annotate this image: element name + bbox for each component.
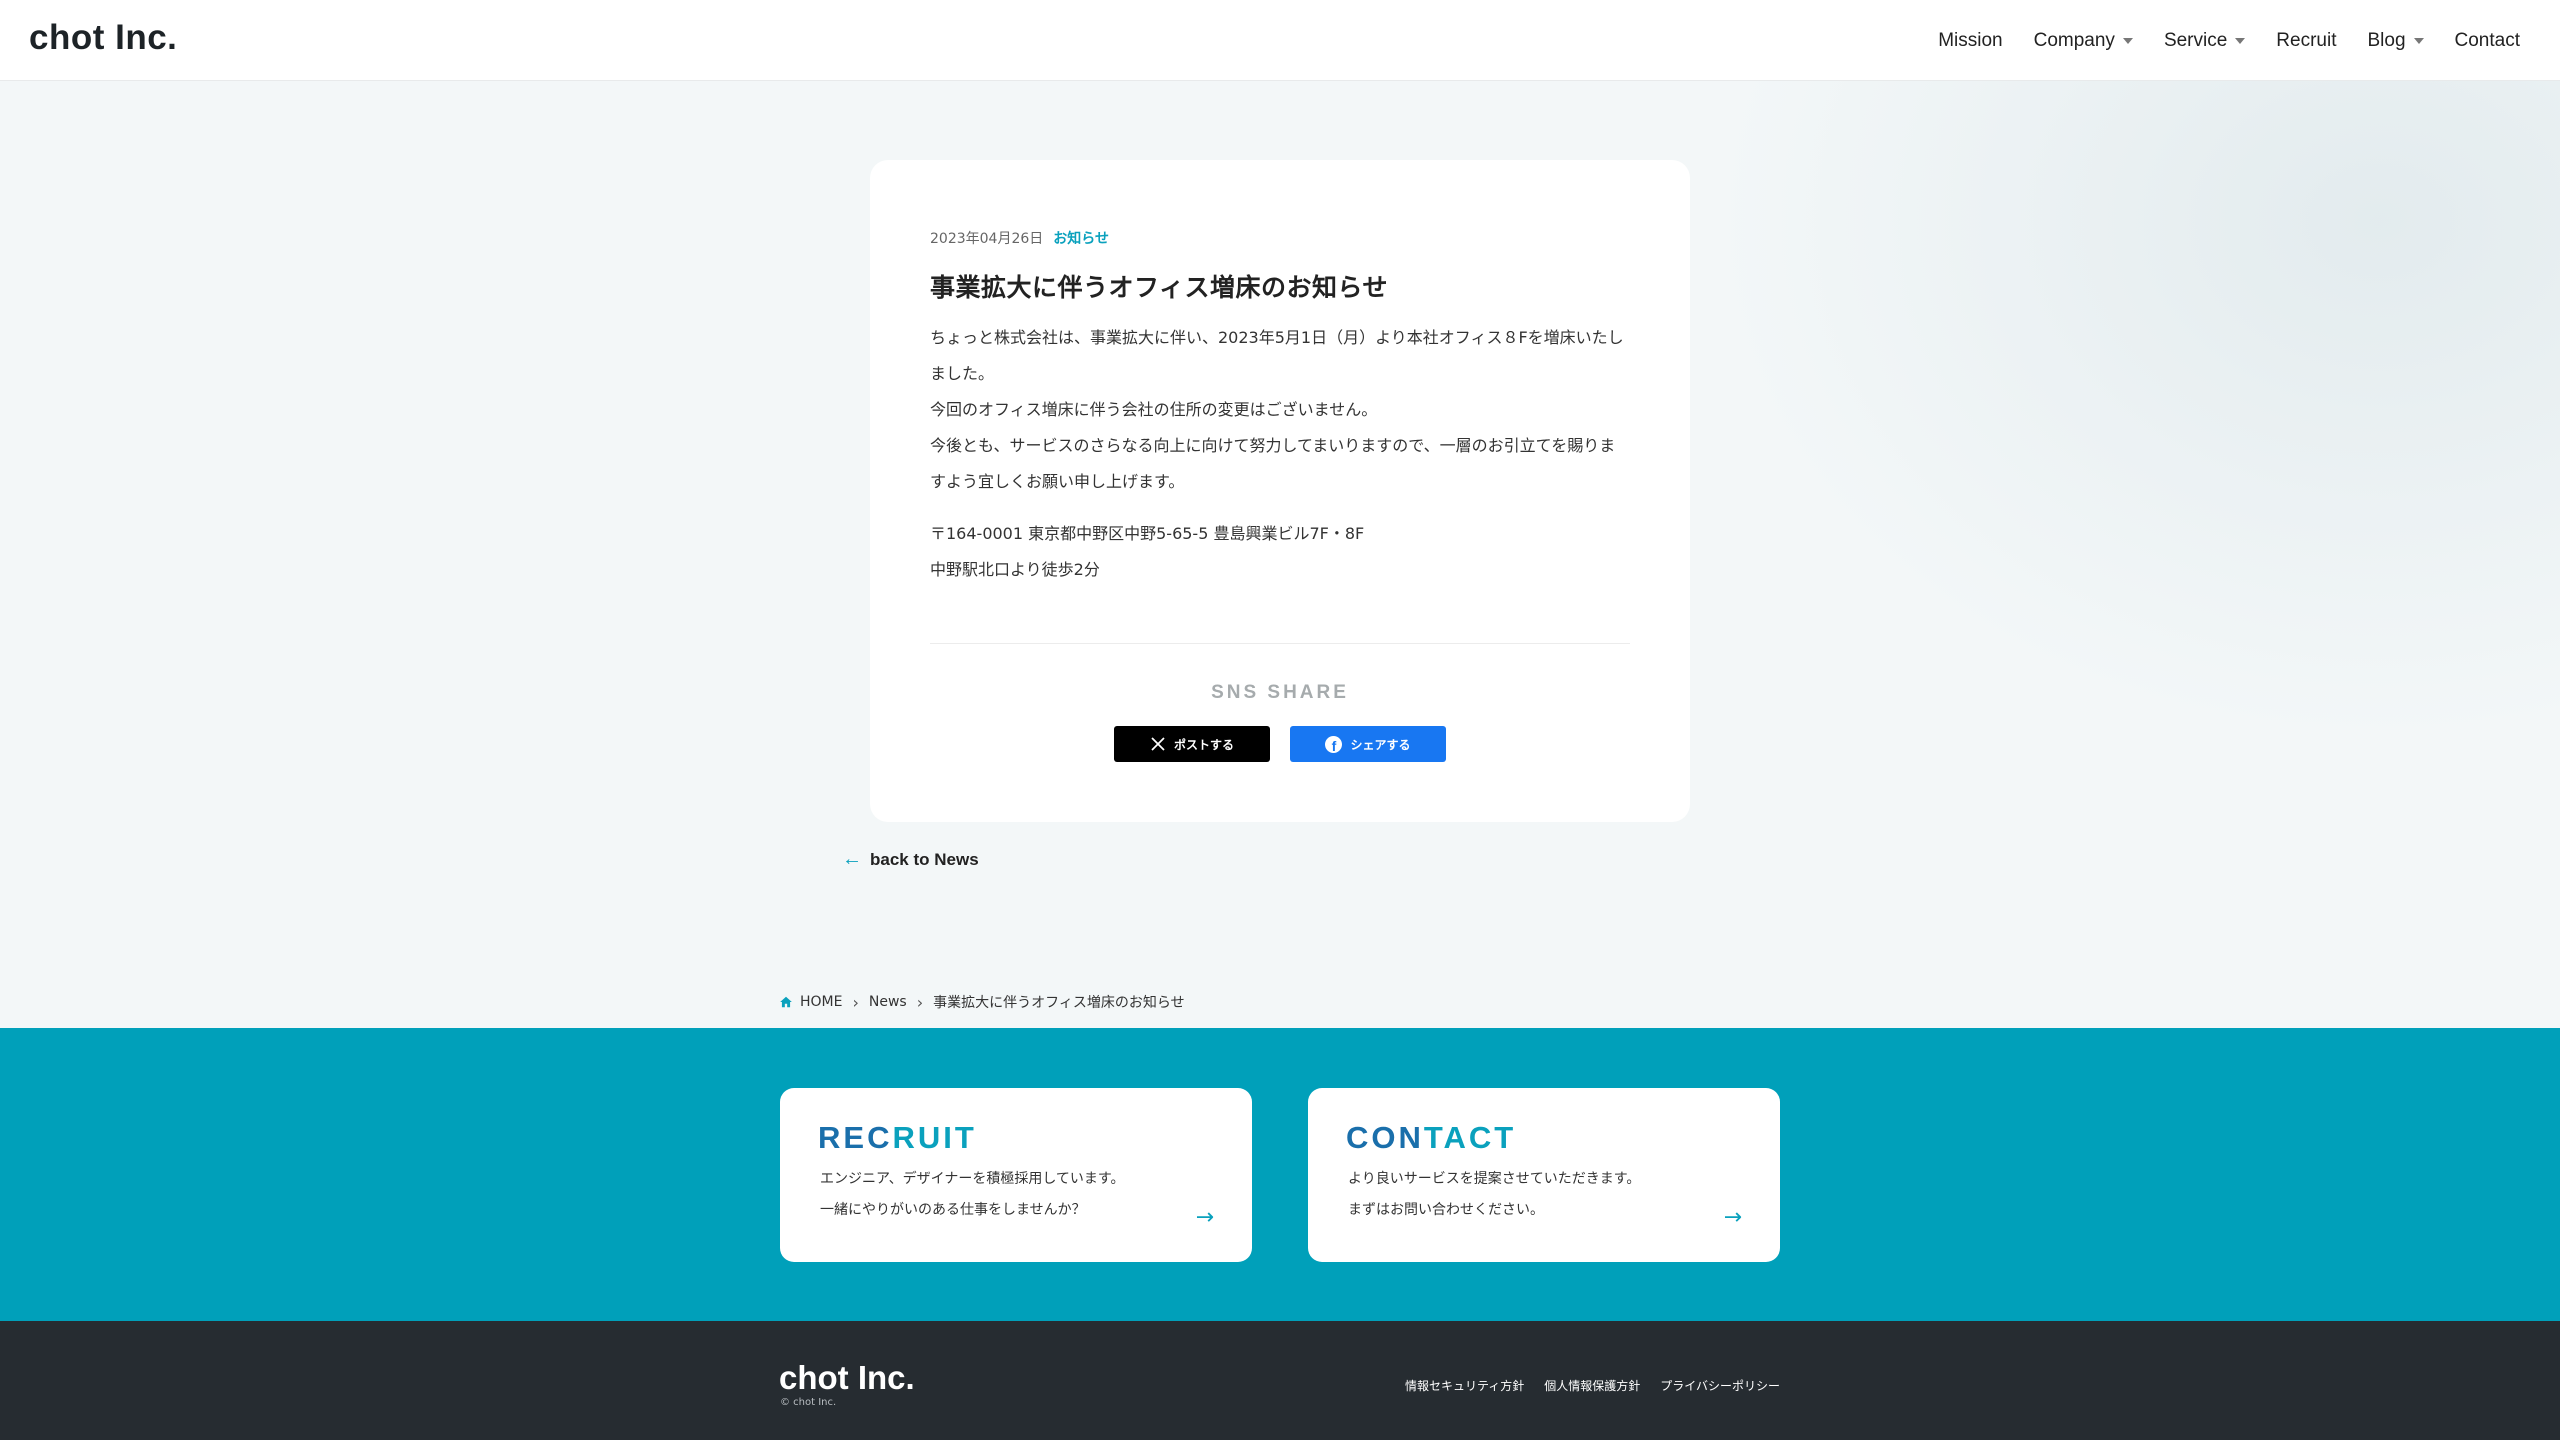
recruit-title-part: REC — [818, 1120, 893, 1155]
article-paragraph: 今後とも、サービスのさらなる向上に向けて努力してまいりますので、一層のお引立てを… — [930, 436, 1616, 491]
nav-item-label: Blog — [2367, 29, 2406, 51]
site-logo[interactable]: chot Inc. — [29, 18, 177, 58]
arrow-right-icon: → — [1195, 1205, 1214, 1230]
article-paragraph: ちょっと株式会社は、事業拡大に伴い、2023年5月1日（月）より本社オフィス８F… — [930, 328, 1624, 383]
contact-title-part: CON — [1346, 1120, 1424, 1155]
nav-item-mission[interactable]: Mission — [1938, 30, 2002, 52]
cta-band: RECRUIT エンジニア、デザイナーを積極採用しています。 一緒にやりがいのあ… — [0, 1028, 2560, 1321]
footer-logo[interactable]: chot Inc. — [779, 1359, 915, 1397]
breadcrumb-news[interactable]: News — [869, 994, 907, 1010]
article-card: 2023年04月26日 お知らせ 事業拡大に伴うオフィス増床のお知らせ ちょっと… — [870, 160, 1690, 822]
footer-copyright: © chot Inc. — [780, 1397, 837, 1408]
recruit-title-part: RUIT — [892, 1120, 977, 1155]
article-paragraph: 今回のオフィス増床に伴う会社の住所の変更はございません。 — [930, 400, 1378, 419]
nav-item-label: Mission — [1938, 29, 2003, 51]
article-body: ちょっと株式会社は、事業拡大に伴い、2023年5月1日（月）より本社オフィス８F… — [930, 320, 1630, 500]
divider — [930, 643, 1630, 644]
chevron-right-icon: › — [916, 992, 924, 1012]
nav-item-label: Recruit — [2276, 29, 2337, 51]
site-header: chot Inc. Mission Company Service Recrui… — [0, 0, 2560, 81]
contact-title: CONTACT — [1346, 1120, 1516, 1156]
main-nav: Mission Company Service Recruit Blog Con… — [1938, 0, 2520, 81]
share-facebook-button[interactable]: f シェアする — [1290, 726, 1446, 762]
footer-link-personal-info-policy[interactable]: 個人情報保護方針 — [1544, 1377, 1640, 1394]
nav-item-label: Contact — [2454, 29, 2520, 51]
recruit-card[interactable]: RECRUIT エンジニア、デザイナーを積極採用しています。 一緒にやりがいのあ… — [780, 1088, 1252, 1262]
nav-item-service[interactable]: Service — [2163, 29, 2246, 52]
breadcrumb-home[interactable]: HOME — [779, 994, 842, 1010]
recruit-description: エンジニア、デザイナーを積極採用しています。 一緒にやりがいのある仕事をしません… — [820, 1164, 1125, 1226]
nav-item-company[interactable]: Company — [2034, 30, 2133, 52]
breadcrumb-current: 事業拡大に伴うオフィス増床のお知らせ — [933, 995, 1185, 1011]
x-logo-icon — [1151, 737, 1165, 751]
article-title: 事業拡大に伴うオフィス増床のお知らせ — [930, 273, 1389, 302]
nav-item-blog[interactable]: Blog — [2367, 29, 2424, 52]
nav-item-label: Service — [2163, 29, 2228, 51]
caret-down-icon — [2235, 37, 2246, 44]
footer-links: 情報セキュリティ方針 個人情報保護方針 プライバシーポリシー — [1405, 1377, 1780, 1394]
article-date: 2023年04月26日 — [930, 231, 1044, 247]
article-address: 〒164-0001 東京都中野区中野5-65-5 豊島興業ビル7F・8F 中野駅… — [930, 516, 1630, 588]
footer-link-security-policy[interactable]: 情報セキュリティ方針 — [1405, 1377, 1524, 1394]
recruit-desc-line: 一緒にやりがいのある仕事をしませんか？ — [820, 1202, 1086, 1218]
caret-down-icon — [2122, 37, 2133, 44]
facebook-icon: f — [1325, 735, 1343, 753]
share-facebook-label: シェアする — [1350, 737, 1411, 752]
arrow-left-icon: ← — [842, 848, 862, 870]
back-to-news-label: back to News — [870, 849, 979, 869]
arrow-right-icon: → — [1723, 1205, 1742, 1230]
contact-desc-line: まずはお問い合わせください。 — [1348, 1202, 1544, 1218]
nav-item-recruit[interactable]: Recruit — [2276, 30, 2336, 52]
home-icon — [780, 996, 792, 1008]
contact-description: より良いサービスを提案させていただきます。 まずはお問い合わせください。 — [1348, 1164, 1640, 1226]
back-to-news-link[interactable]: ← back to News — [842, 848, 979, 871]
contact-title-part: TACT — [1423, 1120, 1517, 1155]
contact-card[interactable]: CONTACT より良いサービスを提案させていただきます。 まずはお問い合わせく… — [1308, 1088, 1780, 1262]
share-x-label: ポストする — [1173, 737, 1234, 752]
share-buttons: ポストする f シェアする — [1114, 726, 1446, 762]
article-category[interactable]: お知らせ — [1053, 228, 1109, 248]
address-line: 中野駅北口より徒歩2分 — [930, 560, 1100, 579]
sns-share-title: SNS SHARE — [1211, 682, 1349, 703]
breadcrumb: HOME › News › 事業拡大に伴うオフィス増床のお知らせ — [779, 992, 1185, 1012]
share-x-button[interactable]: ポストする — [1114, 726, 1270, 762]
contact-desc-line: より良いサービスを提案させていただきます。 — [1348, 1171, 1641, 1187]
breadcrumb-home-label: HOME — [800, 994, 843, 1010]
recruit-title: RECRUIT — [818, 1120, 977, 1156]
background-glow — [1660, 81, 2560, 781]
nav-item-contact[interactable]: Contact — [2455, 30, 2520, 52]
caret-down-icon — [2413, 37, 2424, 44]
chevron-right-icon: › — [852, 992, 859, 1012]
article-meta: 2023年04月26日 お知らせ — [930, 228, 1109, 248]
footer-link-privacy-policy[interactable]: プライバシーポリシー — [1660, 1377, 1780, 1394]
address-line: 〒164-0001 東京都中野区中野5-65-5 豊島興業ビル7F・8F — [930, 524, 1365, 543]
nav-item-label: Company — [2033, 29, 2115, 51]
recruit-desc-line: エンジニア、デザイナーを積極採用しています。 — [820, 1171, 1125, 1187]
site-footer: chot Inc. © chot Inc. 情報セキュリティ方針 個人情報保護方… — [0, 1321, 2560, 1440]
